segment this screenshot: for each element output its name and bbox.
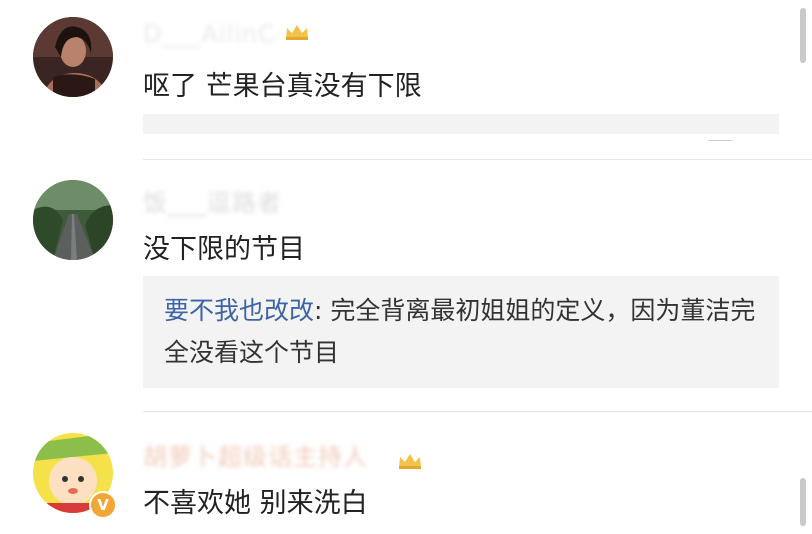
comment-item: V 胡萝卜超级话主持人 不喜欢她 别来洗白 [0,411,812,534]
scrollbar[interactable] [800,8,806,63]
avatar[interactable] [33,17,113,97]
comment-text: 呕了 芒果台真没有下限 [143,71,422,102]
quote-box: 要不我也改改: 完全背离最初姐姐的定义，因为董洁完全没看这个节目 [143,276,779,388]
comment-username[interactable]: 胡萝卜超级话主持人 [143,437,368,472]
comment-item: D___AilinC 呕了 芒果台真没有下限 [0,0,812,160]
comment-username[interactable]: D___AilinC [143,20,276,48]
scrollbar-lower[interactable] [800,478,806,526]
avatar[interactable] [33,180,113,260]
divider [708,140,733,141]
comment-item: 饭___逗路者 没下限的节目 要不我也改改: 完全背离最初姐姐的定义，因为董洁完… [0,160,812,412]
quote-username[interactable]: 要不我也改改 [164,296,314,325]
crown-icon [399,454,421,469]
quote-box-partial [143,114,779,134]
user-photo-path-icon [33,180,113,260]
comment-text: 没下限的节目 [143,234,305,265]
user-photo-woman-icon [33,17,113,97]
verified-badge: V [89,491,117,519]
crown-icon [286,25,308,40]
comment-username[interactable]: 饭___逗路者 [143,183,282,218]
comment-text: 不喜欢她 别来洗白 [143,488,368,519]
